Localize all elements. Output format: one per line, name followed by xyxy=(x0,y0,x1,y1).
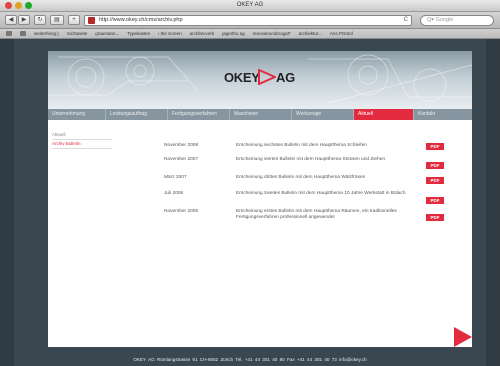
archive-description: Erscheinung erstes Bulletin mit dem Haup… xyxy=(236,209,397,220)
pdf-download-button[interactable]: PDF xyxy=(426,177,444,184)
back-button[interactable]: ◀ xyxy=(5,15,17,25)
okey-logo[interactable]: OKEY AG xyxy=(224,67,295,87)
corner-arrow-icon[interactable] xyxy=(454,327,472,347)
web-page: OKEY AG Unternehmung Leistungsauftrag Fe… xyxy=(48,51,472,347)
nav-tab-maschinen[interactable]: Maschinen xyxy=(230,109,292,120)
plus-icon: + xyxy=(72,17,76,23)
subnav-item-archiv-bulletin[interactable]: Archiv Bulletin xyxy=(52,140,112,149)
bookmark-item[interactable]: architecverb xyxy=(190,31,215,36)
search-icon: Q▾ xyxy=(427,17,436,23)
address-bar[interactable]: http://www.okey.ch/cms/archiv.php C xyxy=(84,15,412,26)
pdf-download-button[interactable]: PDF xyxy=(426,143,444,150)
bookmark-item[interactable]: weiterhring:) xyxy=(34,31,59,36)
bookmark-item[interactable]: jagertho ag xyxy=(222,31,245,36)
reload-button[interactable]: ↻ xyxy=(34,15,46,25)
subnav-item-aktuell[interactable]: Aktuell xyxy=(52,131,112,140)
printer-icon: ▤ xyxy=(54,17,60,23)
nav-tab-werkzeuge[interactable]: Werkzeuge xyxy=(292,109,354,120)
archive-date: November 2008 xyxy=(164,143,199,148)
address-url: http://www.okey.ch/cms/archiv.php xyxy=(99,17,183,23)
site-favicon-icon xyxy=(88,17,95,24)
archive-date: Juli 2006 xyxy=(164,191,184,196)
reload-icon: ↻ xyxy=(37,17,43,23)
nav-tab-fertigungsverfahren[interactable]: Fertigungsverfahren xyxy=(168,109,230,120)
search-placeholder: Google xyxy=(435,17,454,23)
address-reload-icon[interactable]: C xyxy=(404,16,408,25)
pdf-download-button[interactable]: PDF xyxy=(426,214,444,221)
search-field[interactable]: Q▾ Google xyxy=(420,15,494,26)
bookmark-item[interactable]: Typekasten xyxy=(127,31,150,36)
browser-viewport: OKEY AG Unternehmung Leistungsauftrag Fe… xyxy=(14,39,486,366)
window-title: OKEY AG xyxy=(236,2,264,8)
nav-tab-kontakt[interactable]: Kontakt xyxy=(414,109,472,120)
archive-description: Erscheinung drittes Bulletin mit dem Hau… xyxy=(236,175,366,180)
main-navigation: Unternehmung Leistungsauftrag Fertigungs… xyxy=(48,109,472,120)
logo-triangle-icon xyxy=(258,69,276,85)
bookmark-item[interactable]: Sichtweite xyxy=(67,31,88,36)
archive-description: Erscheinung viertes Bulletin mit dem Hau… xyxy=(236,157,386,162)
logo-text-okey: OKEY xyxy=(224,70,260,85)
sub-navigation: Aktuell Archiv Bulletin xyxy=(52,131,112,149)
site-footer: OKEY AG Rümlangstrasse 91 CH-8052 Zürich… xyxy=(133,357,367,362)
bookmark-item[interactable]: Ans.PGrünl xyxy=(330,31,353,36)
bookmark-item[interactable]: renovierunsbrogat* xyxy=(253,31,291,36)
print-button[interactable]: ▤ xyxy=(50,15,64,25)
site-header: OKEY AG xyxy=(48,51,472,109)
forward-arrow-icon: ▶ xyxy=(21,17,27,23)
back-arrow-icon: ◀ xyxy=(8,17,14,23)
bookmark-item[interactable]: archiektur... xyxy=(299,31,322,36)
pdf-download-button[interactable]: PDF xyxy=(426,162,444,169)
archive-date: März 2007 xyxy=(164,175,187,180)
book-icon[interactable] xyxy=(6,31,12,36)
forward-button[interactable]: ▶ xyxy=(18,15,30,25)
bookmark-item[interactable]: graumann... xyxy=(95,31,119,36)
browser-toolbar: ◀ ▶ ↻ ▤ + http://www.okey.ch/cms/archiv.… xyxy=(0,12,500,29)
nav-tab-aktuell[interactable]: Aktuell xyxy=(354,109,414,120)
archive-description: Erscheinung zweites Bulletin mit dem Hau… xyxy=(236,191,406,196)
logo-text-ag: AG xyxy=(276,70,295,85)
archive-description: Erscheinung sechstes Bulletin mit dem Ha… xyxy=(236,143,367,148)
nav-tab-unternehmung[interactable]: Unternehmung xyxy=(48,109,106,120)
window-titlebar: OKEY AG xyxy=(0,0,500,12)
archive-date: November 2005 xyxy=(164,209,199,214)
grid-icon[interactable] xyxy=(20,31,26,36)
archive-date: November 2007 xyxy=(164,157,199,162)
pdf-download-button[interactable]: PDF xyxy=(426,197,444,204)
nav-tab-leistungsauftrag[interactable]: Leistungsauftrag xyxy=(106,109,168,120)
bookmark-item[interactable]: i the screen xyxy=(158,31,181,36)
bookmarks-bar: weiterhring:) Sichtweite graumann... Typ… xyxy=(0,29,500,39)
add-bookmark-button[interactable]: + xyxy=(68,15,80,25)
